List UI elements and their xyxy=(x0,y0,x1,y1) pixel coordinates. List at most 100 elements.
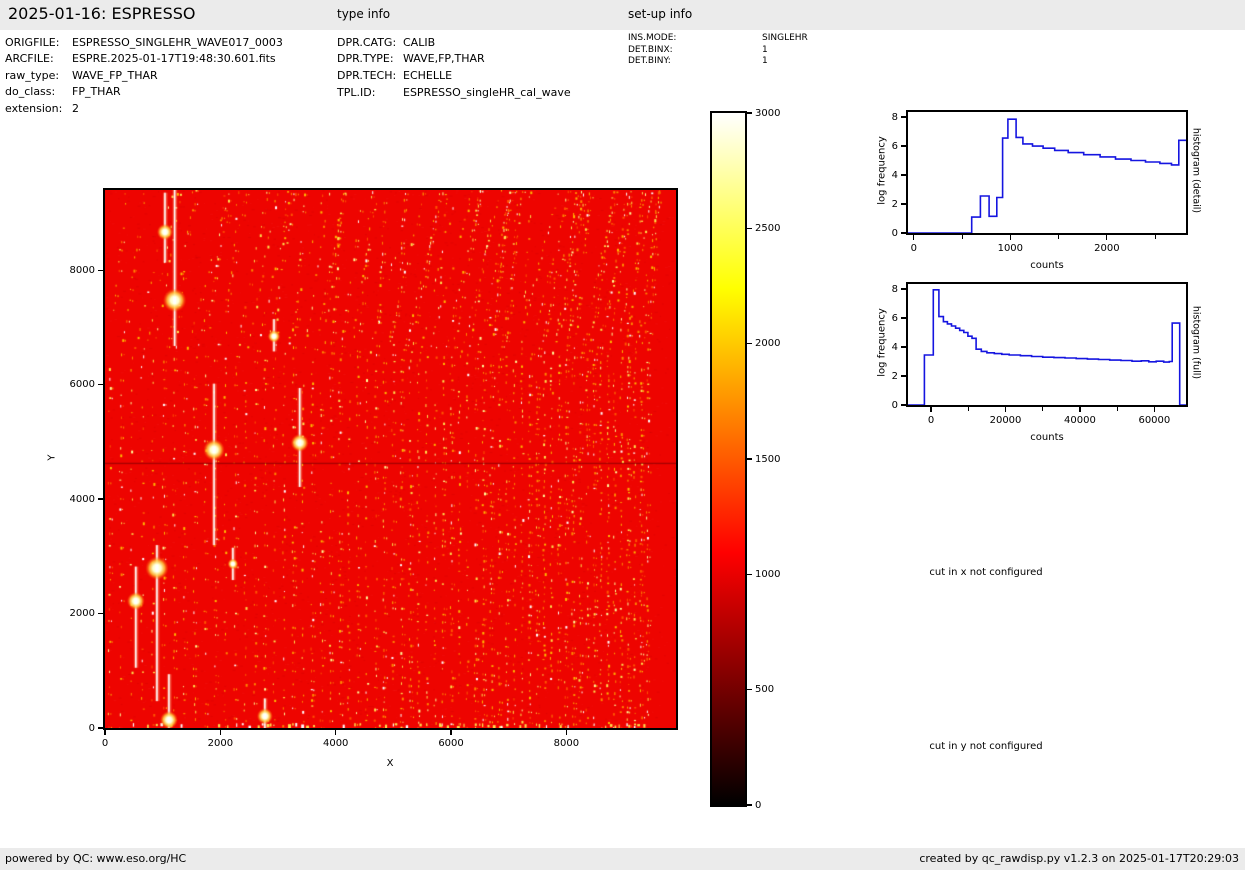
histogram_detail-xtick-label: 0 xyxy=(879,242,949,255)
colorbar-tick-label: 500 xyxy=(755,683,805,696)
colorbar-tick xyxy=(747,112,752,113)
setup-info-label: DET.BINX: xyxy=(628,45,673,55)
page-title: 2025-01-16: ESPRESSO xyxy=(8,4,196,23)
histogram_detail-ytick xyxy=(901,174,906,175)
hist-full-xlabel: counts xyxy=(997,432,1097,443)
histogram_full-xtick xyxy=(1005,407,1006,412)
file-info-label: ARCFILE: xyxy=(5,52,54,65)
histogram_full-path xyxy=(908,290,1186,405)
file-info-label: extension: xyxy=(5,102,62,115)
histogram_full-ytick-label: 4 xyxy=(860,341,898,354)
histogram_detail-ytick-label: 0 xyxy=(860,227,898,240)
file-info-label: raw_type: xyxy=(5,69,59,82)
histogram_detail-xminortick xyxy=(1058,235,1059,239)
colorbar-tick xyxy=(747,228,752,229)
main-xtick xyxy=(450,730,451,735)
histogram_full-ytick-label: 8 xyxy=(860,283,898,296)
cut-x-note: cut in x not configured xyxy=(836,567,1136,578)
histogram_detail-xtick xyxy=(913,235,914,240)
histogram_detail-ytick-label: 8 xyxy=(860,111,898,124)
cut-y-note: cut in y not configured xyxy=(836,741,1136,752)
colorbar-gradient xyxy=(712,113,745,805)
colorbar-tick-label: 1500 xyxy=(755,453,805,466)
histogram_detail-xminortick xyxy=(1155,235,1156,239)
main-ytick-label: 2000 xyxy=(47,607,95,620)
colorbar-tick-label: 2500 xyxy=(755,222,805,235)
main-ytick-label: 6000 xyxy=(47,378,95,391)
footer-right-text: created by qc_rawdisp.py v1.2.3 on 2025-… xyxy=(919,848,1239,870)
main-xtick xyxy=(566,730,567,735)
file-info-value: WAVE_FP_THAR xyxy=(72,69,158,82)
type-info-label: DPR.CATG: xyxy=(337,36,396,49)
main-xtick xyxy=(220,730,221,735)
colorbar-tick-label: 1000 xyxy=(755,568,805,581)
histogram_full-xtick-label: 20000 xyxy=(971,414,1041,427)
histogram_full-xtick-label: 60000 xyxy=(1119,414,1189,427)
type-info-value: ECHELLE xyxy=(403,69,452,82)
main-ytick xyxy=(98,270,103,271)
histogram_detail-ytick-label: 2 xyxy=(860,198,898,211)
colorbar-tick xyxy=(747,458,752,459)
histogram_full-xminortick xyxy=(1042,407,1043,411)
histogram_full-ytick xyxy=(901,317,906,318)
main-ytick xyxy=(98,613,103,614)
histogram_detail-ytick-label: 4 xyxy=(860,169,898,182)
header-bar: 2025-01-16: ESPRESSO type info set-up in… xyxy=(0,0,1245,30)
histogram_full-xtick xyxy=(1079,407,1080,412)
histogram_full-ytick xyxy=(901,288,906,289)
histogram_full-ytick xyxy=(901,375,906,376)
file-info-value: ESPRE.2025-01-17T19:48:30.601.fits xyxy=(72,52,276,65)
main-ytick-label: 0 xyxy=(47,722,95,735)
main-xtick-label: 0 xyxy=(75,737,135,750)
histogram_detail-xtick-label: 1000 xyxy=(975,242,1045,255)
main-xtick xyxy=(104,730,105,735)
colorbar-tick xyxy=(747,343,752,344)
histogram_detail-xtick xyxy=(1106,235,1107,240)
histogram_detail-path xyxy=(908,119,1186,233)
qc-report-page: 2025-01-16: ESPRESSO type info set-up in… xyxy=(0,0,1245,870)
colorbar-tick xyxy=(747,804,752,805)
histogram_full-ytick-label: 0 xyxy=(860,399,898,412)
histogram_full-xtick-label: 40000 xyxy=(1045,414,1115,427)
main-xtick-label: 4000 xyxy=(306,737,366,750)
setup-info-value: 1 xyxy=(762,45,768,55)
histogram_detail-ytick xyxy=(901,232,906,233)
main-ytick-label: 4000 xyxy=(47,493,95,506)
setup-info-value: 1 xyxy=(762,56,768,66)
histogram_full-ytick xyxy=(901,404,906,405)
main-ytick-label: 8000 xyxy=(47,264,95,277)
file-info-label: do_class: xyxy=(5,85,55,98)
main-xtick xyxy=(335,730,336,735)
histogram_full-ytick xyxy=(901,346,906,347)
colorbar-tick xyxy=(747,574,752,575)
main-xtick-label: 2000 xyxy=(190,737,250,750)
hist-detail-title: histogram (detail) xyxy=(1191,106,1202,236)
colorbar-tick-label: 3000 xyxy=(755,107,805,120)
histogram_full-xminortick xyxy=(1117,407,1118,411)
file-info-label: ORIGFILE: xyxy=(5,36,59,49)
colorbar-tick xyxy=(747,689,752,690)
type-info-label: DPR.TECH: xyxy=(337,69,396,82)
hist-detail-xlabel: counts xyxy=(997,260,1097,271)
main-xtick-label: 8000 xyxy=(536,737,596,750)
raw-frame-canvas xyxy=(105,190,676,728)
file-info-value: FP_THAR xyxy=(72,85,121,98)
histogram_detail-ytick xyxy=(901,116,906,117)
type-info-heading: type info xyxy=(337,7,390,21)
histogram_detail-xtick xyxy=(1010,235,1011,240)
setup-info-value: SINGLEHR xyxy=(762,33,808,43)
histogram_full-ytick-label: 6 xyxy=(860,312,898,325)
type-info-label: DPR.TYPE: xyxy=(337,52,394,65)
histogram_detail-xtick-label: 2000 xyxy=(1072,242,1142,255)
colorbar-tick-label: 2000 xyxy=(755,337,805,350)
histogram-detail-line xyxy=(908,112,1186,233)
type-info-value: WAVE,FP,THAR xyxy=(403,52,485,65)
main-ytick xyxy=(98,498,103,499)
setup-info-label: INS.MODE: xyxy=(628,33,676,43)
hist-full-title: histogram (full) xyxy=(1191,278,1202,408)
file-info-value: ESPRESSO_SINGLEHR_WAVE017_0003 xyxy=(72,36,283,49)
histogram_full-ytick-label: 2 xyxy=(860,370,898,383)
histogram_full-xtick-label: 0 xyxy=(896,414,966,427)
footer-bar: powered by QC: www.eso.org/HC created by… xyxy=(0,848,1245,870)
histogram_detail-ytick xyxy=(901,203,906,204)
